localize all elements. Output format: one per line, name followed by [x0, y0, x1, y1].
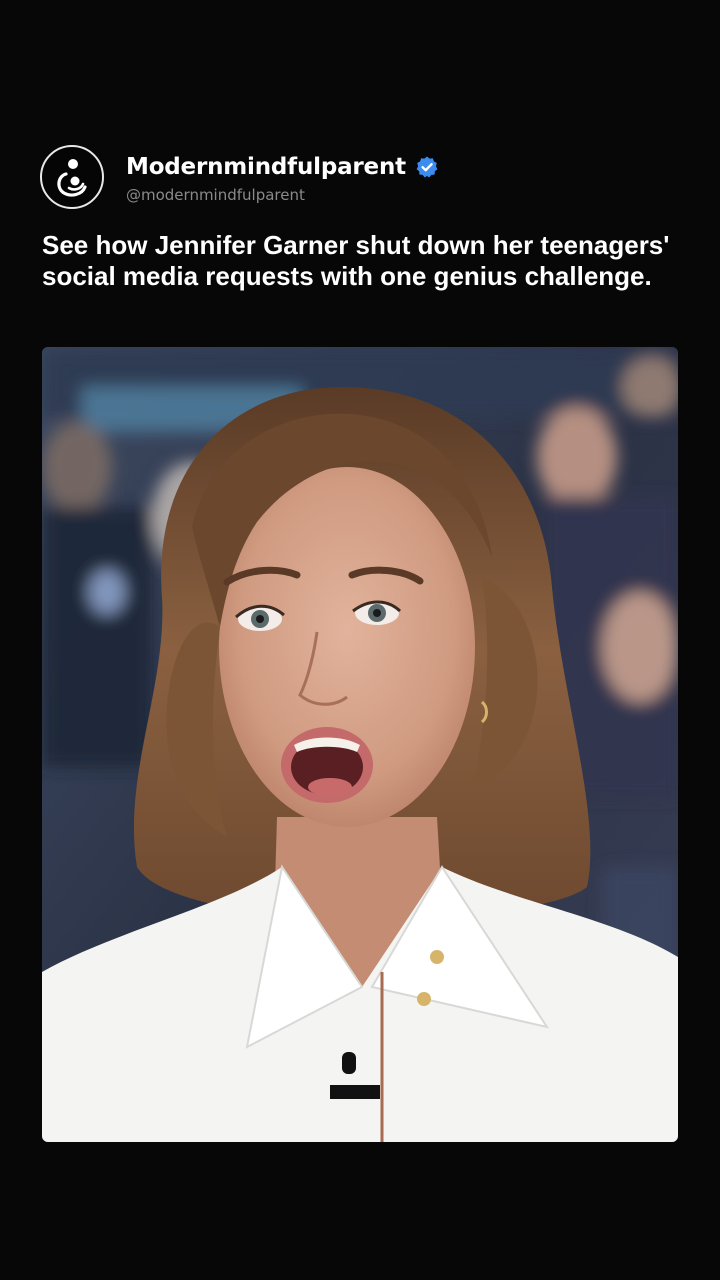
account-handle[interactable]: @modernmindfulparent: [126, 186, 439, 204]
parent-child-logo-icon: [57, 159, 87, 197]
account-avatar[interactable]: [40, 145, 104, 209]
verified-badge-icon: [415, 155, 439, 179]
woman-portrait-image: [42, 347, 678, 1142]
post-caption: See how Jennifer Garner shut down her te…: [42, 230, 670, 291]
name-row: Modernmindfulparent: [126, 150, 439, 184]
post-photo[interactable]: [42, 347, 678, 1142]
post-card: Modernmindfulparent @modernmindfulparent…: [0, 0, 720, 1280]
post-header: Modernmindfulparent @modernmindfulparent: [40, 142, 439, 212]
account-display-name[interactable]: Modernmindfulparent: [126, 154, 406, 180]
account-names: Modernmindfulparent @modernmindfulparent: [126, 150, 439, 204]
